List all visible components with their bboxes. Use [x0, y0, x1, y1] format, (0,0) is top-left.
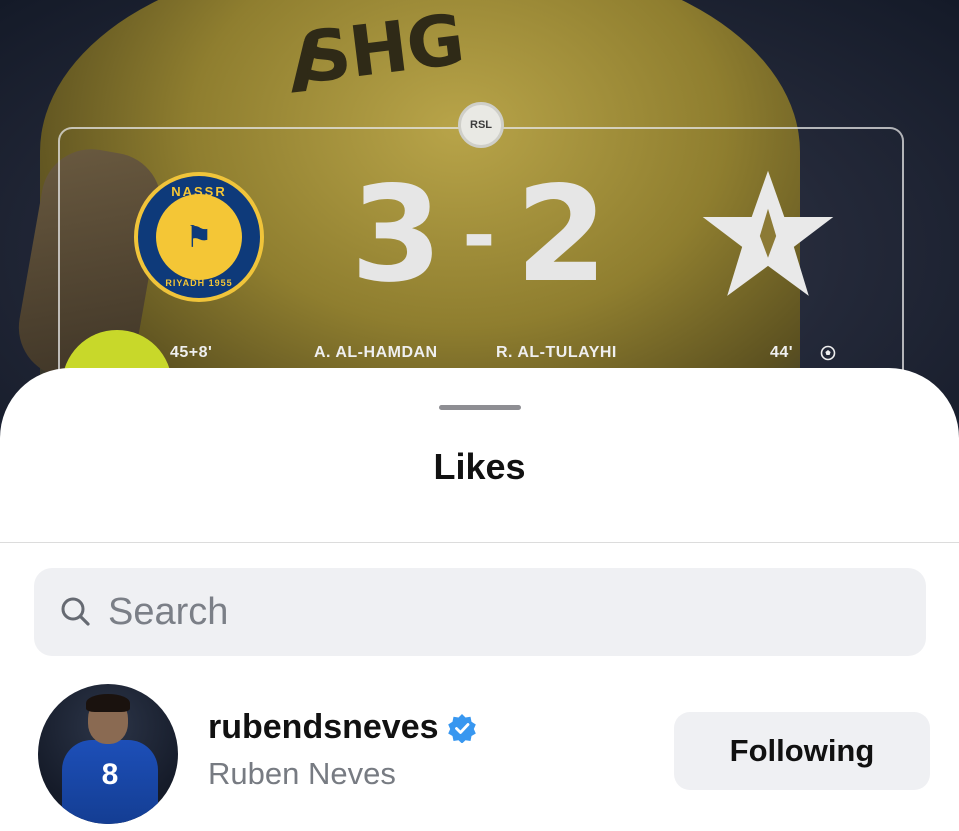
- username-line: rubendsneves: [208, 708, 477, 747]
- list-item[interactable]: 8 rubendsneves Ruben Neves Following: [0, 680, 959, 830]
- away-score: 2: [515, 158, 610, 312]
- sheet-grabber[interactable]: [439, 405, 521, 410]
- nassr-crest-icon: NASSR ⚑ RIYADH 1955: [134, 172, 264, 302]
- football-icon: [820, 345, 836, 361]
- home-scorer-minute: 45+8': [170, 344, 213, 361]
- home-scorer-name: A. AL-HAMDAN: [314, 344, 438, 361]
- post-image: SHG RSL NASSR ⚑ RIYADH 1955 3 - 2 45+8' …: [0, 0, 959, 420]
- avatar-hair: [86, 694, 130, 712]
- divider: [0, 542, 959, 543]
- avatar-shirt-number: 8: [101, 758, 119, 791]
- score-separator: -: [462, 188, 498, 282]
- avatar-shirt: 8: [62, 740, 158, 824]
- star-crest-icon: [702, 170, 834, 296]
- match-score: 3 - 2: [320, 158, 640, 312]
- league-badge: RSL: [458, 102, 504, 148]
- home-crest-emblem: ⚑: [156, 194, 242, 280]
- full-name: Ruben Neves: [208, 756, 396, 791]
- home-score: 3: [350, 158, 445, 312]
- search-input[interactable]: [108, 590, 926, 634]
- home-crest-bottom-text: RIYADH 1955: [165, 278, 233, 288]
- home-crest-top-text: NASSR: [171, 184, 227, 199]
- avatar[interactable]: 8: [38, 684, 178, 824]
- search-icon: [61, 597, 90, 626]
- following-button[interactable]: Following: [674, 712, 930, 790]
- away-scorer-minute: 44': [770, 344, 794, 361]
- likes-sheet: Likes 8 rubendsneves Ruben Neves Followi…: [0, 368, 959, 831]
- username[interactable]: rubendsneves: [208, 708, 439, 747]
- search-bar[interactable]: [34, 568, 926, 656]
- sheet-title: Likes: [433, 446, 526, 487]
- verified-badge-icon: [447, 713, 476, 743]
- away-scorer-name: R. AL-TULAYHI: [496, 344, 617, 361]
